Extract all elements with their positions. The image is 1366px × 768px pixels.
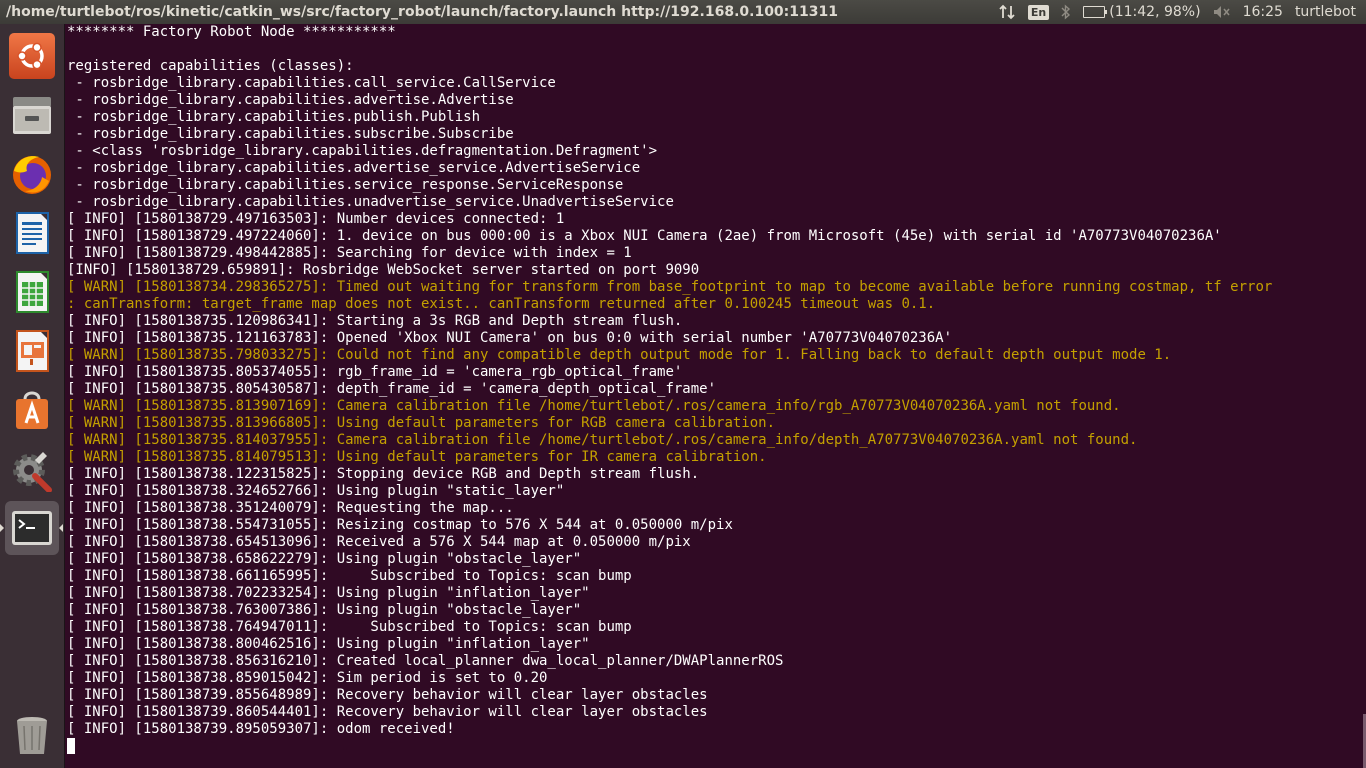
log-line: - <class 'rosbridge_library.capabilities… bbox=[67, 143, 658, 159]
volume-muted-icon[interactable] bbox=[1213, 5, 1231, 19]
log-line: [ WARN] [1580138735.798033275]: Could no… bbox=[67, 347, 1172, 363]
ubuntu-dash-button[interactable] bbox=[5, 29, 59, 83]
terminal-window[interactable]: ******** Factory Robot Node *********** r… bbox=[65, 24, 1366, 768]
text-cursor bbox=[67, 738, 75, 754]
log-line: [ INFO] [1580138738.654513096]: Received… bbox=[67, 534, 691, 550]
log-line: : canTransform: target_frame map does no… bbox=[67, 296, 936, 312]
clock[interactable]: 16:25 bbox=[1243, 4, 1283, 20]
log-line: [ INFO] [1580138739.855648989]: Recovery… bbox=[67, 687, 708, 703]
log-line: - rosbridge_library.capabilities.adverti… bbox=[67, 160, 641, 176]
log-line: [ INFO] [1580138738.351240079]: Requesti… bbox=[67, 500, 514, 516]
launcher-dock bbox=[0, 24, 65, 768]
battery-text: (11:42, 98%) bbox=[1109, 4, 1201, 20]
terminal-icon bbox=[9, 505, 55, 551]
keyboard-language-indicator[interactable]: En bbox=[1027, 4, 1050, 20]
firefox-launcher[interactable] bbox=[5, 147, 59, 201]
log-line: [ INFO] [1580138729.497163503]: Number d… bbox=[67, 211, 565, 227]
log-line: registered capabilities (classes): bbox=[67, 58, 354, 74]
libreoffice-writer-launcher[interactable] bbox=[5, 206, 59, 260]
log-line: [ INFO] [1580138735.120986341]: Starting… bbox=[67, 313, 683, 329]
libreoffice-impress-launcher[interactable] bbox=[5, 324, 59, 378]
log-line: [ WARN] [1580138735.813907169]: Camera c… bbox=[67, 398, 1121, 414]
user-name: turtlebot bbox=[1294, 4, 1356, 20]
log-line: [ INFO] [1580138729.497224060]: 1. devic… bbox=[67, 228, 1222, 244]
log-line: [ INFO] [1580138738.702233254]: Using pl… bbox=[67, 585, 590, 601]
battery-icon bbox=[1083, 6, 1108, 18]
trash-icon bbox=[9, 712, 55, 758]
system-settings-launcher[interactable] bbox=[5, 442, 59, 496]
calc-spreadsheet-icon bbox=[9, 269, 55, 315]
log-line: ******** Factory Robot Node *********** bbox=[67, 24, 396, 40]
ubuntu-logo-icon bbox=[9, 33, 55, 79]
writer-document-icon bbox=[9, 210, 55, 256]
focused-app-indicator bbox=[59, 524, 63, 532]
log-line: [ INFO] [1580138739.895059307]: odom rec… bbox=[67, 721, 455, 737]
log-line: [ WARN] [1580138735.814037955]: Camera c… bbox=[67, 432, 1138, 448]
language-label: En bbox=[1027, 4, 1050, 20]
indicator-area: En (11:42, 98%) 16:25 turtlebot bbox=[998, 4, 1366, 20]
log-line: [ INFO] [1580138735.805430587]: depth_fr… bbox=[67, 381, 717, 397]
log-line: [ INFO] [1580138738.658622279]: Using pl… bbox=[67, 551, 582, 567]
log-line: - rosbridge_library.capabilities.service… bbox=[67, 177, 624, 193]
log-line: [ INFO] [1580138738.800462516]: Using pl… bbox=[67, 636, 590, 652]
log-line: [ INFO] [1580138738.324652766]: Using pl… bbox=[67, 483, 565, 499]
file-cabinet-icon bbox=[9, 92, 55, 138]
active-app-indicator bbox=[0, 524, 4, 532]
log-line: - rosbridge_library.capabilities.subscri… bbox=[67, 126, 514, 142]
battery-indicator[interactable]: (11:42, 98%) bbox=[1083, 4, 1201, 20]
bluetooth-icon[interactable] bbox=[1061, 4, 1071, 20]
session-menu[interactable]: turtlebot bbox=[1295, 4, 1356, 20]
log-line: [ INFO] [1580138729.498442885]: Searchin… bbox=[67, 245, 632, 261]
log-line: [ INFO] [1580138738.661165995]: Subscrib… bbox=[67, 568, 632, 584]
top-panel: /home/turtlebot/ros/kinetic/catkin_ws/sr… bbox=[0, 0, 1366, 24]
impress-presentation-icon bbox=[9, 328, 55, 374]
log-line: - rosbridge_library.capabilities.unadver… bbox=[67, 194, 674, 210]
window-title: /home/turtlebot/ros/kinetic/catkin_ws/sr… bbox=[6, 4, 838, 20]
log-line: [ INFO] [1580138738.122315825]: Stopping… bbox=[67, 466, 700, 482]
log-line: [ INFO] [1580138739.860544401]: Recovery… bbox=[67, 704, 708, 720]
log-line: [ INFO] [1580138738.856316210]: Created … bbox=[67, 653, 784, 669]
firefox-icon bbox=[9, 151, 55, 197]
log-line: [ WARN] [1580138735.813966805]: Using de… bbox=[67, 415, 776, 431]
log-line: [ INFO] [1580138738.554731055]: Resizing… bbox=[67, 517, 733, 533]
terminal-launcher[interactable] bbox=[5, 501, 59, 555]
log-line: [ WARN] [1580138735.814079513]: Using de… bbox=[67, 449, 767, 465]
log-line: - rosbridge_library.capabilities.publish… bbox=[67, 109, 481, 125]
software-center-launcher[interactable] bbox=[5, 383, 59, 437]
log-line: [ INFO] [1580138735.121163783]: Opened '… bbox=[67, 330, 953, 346]
network-transfer-icon[interactable] bbox=[998, 4, 1016, 20]
log-line: [INFO] [1580138729.659891]: Rosbridge We… bbox=[67, 262, 700, 278]
files-launcher[interactable] bbox=[5, 88, 59, 142]
log-line: [ INFO] [1580138735.805374055]: rgb_fram… bbox=[67, 364, 683, 380]
log-line: [ INFO] [1580138738.859015042]: Sim peri… bbox=[67, 670, 548, 686]
prompt-line bbox=[67, 738, 1366, 755]
log-line: [ INFO] [1580138738.763007386]: Using pl… bbox=[67, 602, 582, 618]
log-line: [ INFO] [1580138738.764947011]: Subscrib… bbox=[67, 619, 632, 635]
libreoffice-calc-launcher[interactable] bbox=[5, 265, 59, 319]
terminal-output: ******** Factory Robot Node *********** r… bbox=[65, 24, 1366, 755]
shopping-bag-icon bbox=[9, 387, 55, 433]
trash-launcher[interactable] bbox=[5, 708, 59, 762]
log-line: - rosbridge_library.capabilities.adverti… bbox=[67, 92, 514, 108]
log-line: [ WARN] [1580138734.298365275]: Timed ou… bbox=[67, 279, 1273, 295]
log-line: - rosbridge_library.capabilities.call_se… bbox=[67, 75, 556, 91]
settings-gear-wrench-icon bbox=[9, 446, 55, 492]
